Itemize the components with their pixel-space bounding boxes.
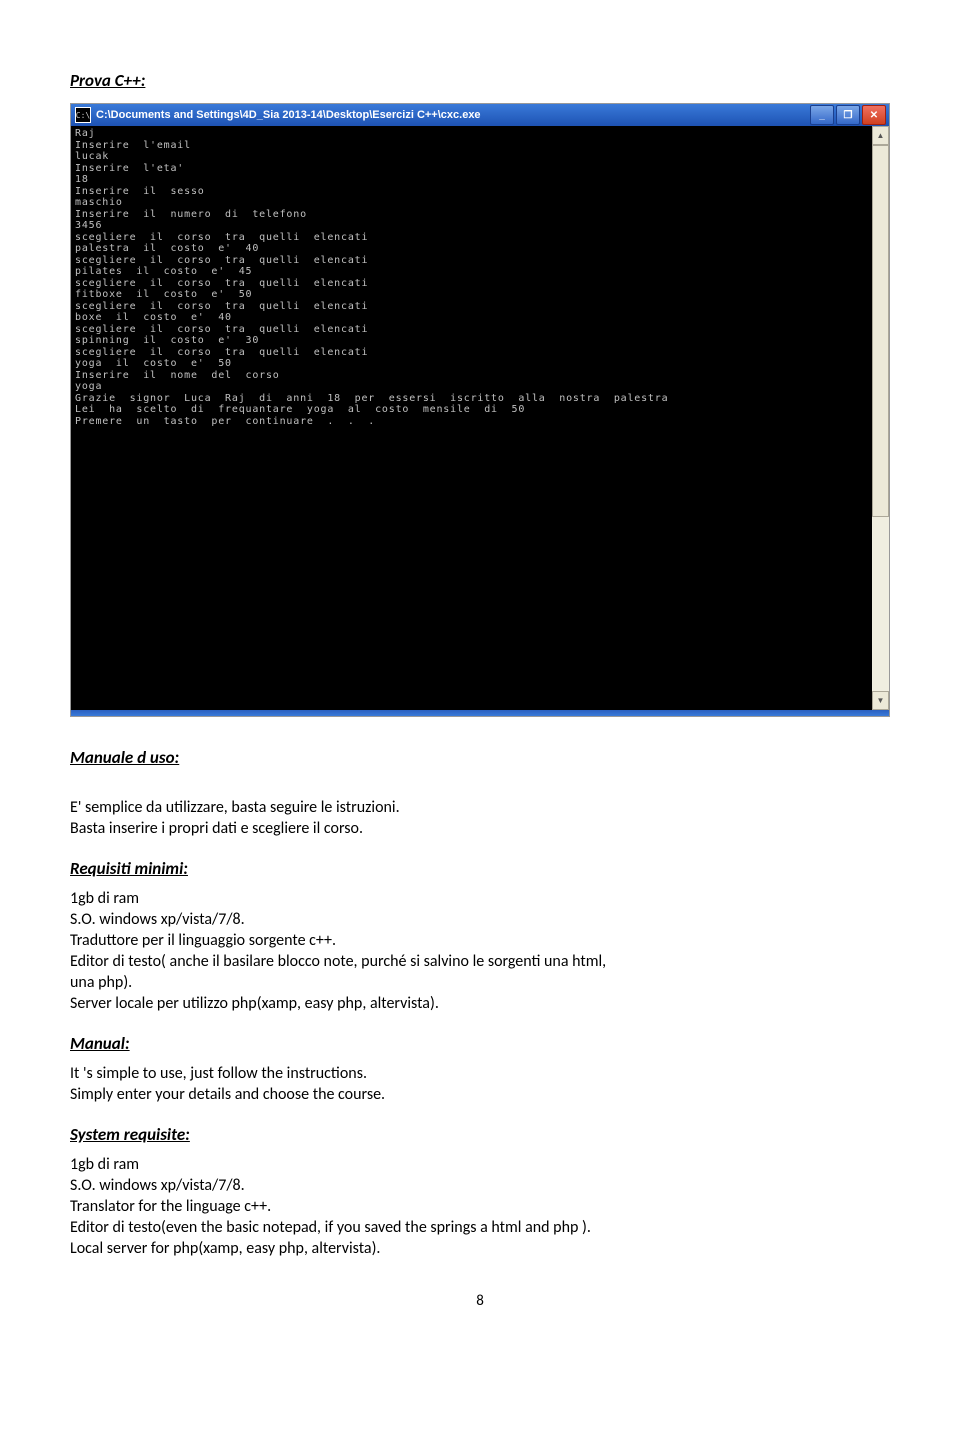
titlebar: C:\ C:\Documents and Settings\4D_Sia 201… [71, 104, 889, 126]
manuale-line1: E' semplice da utilizzare, basta seguire… [70, 798, 890, 817]
req-l3: Traduttore per il linguaggio sorgente c+… [70, 931, 890, 950]
sys-l1: 1gb di ram [70, 1155, 890, 1174]
console-body: Raj Inserire l'email lucak Inserire l'et… [71, 126, 889, 710]
close-button[interactable]: ✕ [862, 105, 886, 125]
scroll-track[interactable] [872, 145, 889, 691]
heading-prova: Prova C++: [70, 70, 890, 91]
page-number: 8 [70, 1292, 890, 1310]
heading-requisiti: Requisiti minimi: [70, 858, 890, 879]
man-en-l2: Simply enter your details and choose the… [70, 1085, 890, 1104]
req-l4: Editor di testo( anche il basilare blocc… [70, 952, 890, 971]
heading-system: System requisite: [70, 1124, 890, 1145]
window-controls: _ ❐ ✕ [810, 105, 889, 125]
maximize-button[interactable]: ❐ [836, 105, 860, 125]
req-l6: Server locale per utilizzo php(xamp, eas… [70, 994, 890, 1013]
scroll-down-button[interactable]: ▼ [872, 691, 889, 710]
man-en-l1: It 's simple to use, just follow the ins… [70, 1064, 890, 1083]
scroll-thumb[interactable] [872, 145, 889, 517]
cmd-icon: C:\ [75, 107, 91, 123]
req-l1: 1gb di ram [70, 889, 890, 908]
req-l2: S.O. windows xp/vista/7/8. [70, 910, 890, 929]
heading-manual-en: Manual: [70, 1033, 890, 1054]
sys-l3: Translator for the linguage c++. [70, 1197, 890, 1216]
manuale-line2: Basta inserire i propri dati e scegliere… [70, 819, 890, 838]
sys-l4: Editor di testo(even the basic notepad, … [70, 1218, 890, 1237]
taskbar-edge [71, 710, 889, 716]
scrollbar[interactable]: ▲ ▼ [872, 126, 889, 710]
sys-l5: Local server for php(xamp, easy php, alt… [70, 1239, 890, 1258]
console-output: Raj Inserire l'email lucak Inserire l'et… [71, 126, 872, 710]
scroll-up-button[interactable]: ▲ [872, 126, 889, 145]
minimize-button[interactable]: _ [810, 105, 834, 125]
req-l5: una php). [70, 973, 890, 992]
titlebar-path: C:\Documents and Settings\4D_Sia 2013-14… [96, 109, 481, 121]
console-window: C:\ C:\Documents and Settings\4D_Sia 201… [70, 103, 890, 717]
sys-l2: S.O. windows xp/vista/7/8. [70, 1176, 890, 1195]
heading-manuale: Manuale d uso: [70, 747, 890, 768]
